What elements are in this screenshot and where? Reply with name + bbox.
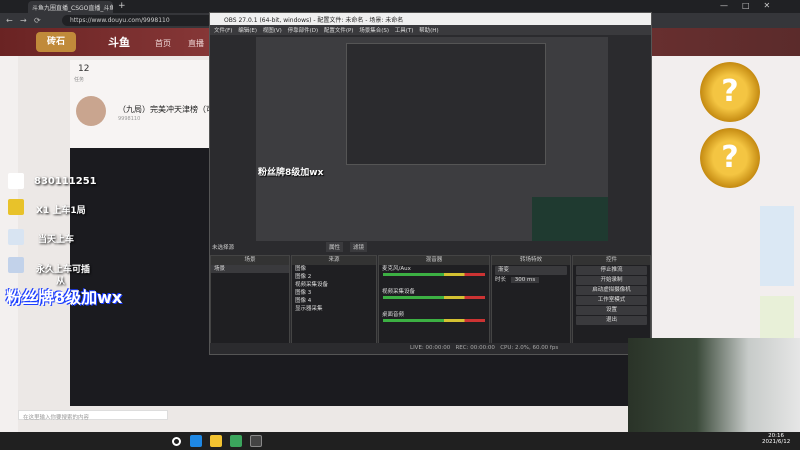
obs-status-bar: LIVE: 00:00:00 REC: 00:00:00 CPU: 2.0%, … <box>210 343 651 354</box>
start-recording-button[interactable]: 开始录制 <box>576 276 647 285</box>
nav-live[interactable]: 直播 <box>188 38 204 49</box>
forward-icon[interactable]: → <box>20 16 27 25</box>
menu-docks[interactable]: 停靠部件(D) <box>288 25 319 34</box>
menu-edit[interactable]: 编辑(E) <box>238 25 257 34</box>
menu-scene-collection[interactable]: 场景集合(S) <box>359 25 389 34</box>
overlay-fanclub: 粉丝牌8级加wx <box>6 288 123 307</box>
obs-preview[interactable]: 粉丝牌8级加wx <box>256 37 608 241</box>
site-badge: 砖石 <box>36 32 76 52</box>
exit-button[interactable]: 退出 <box>576 316 647 325</box>
source-item[interactable]: 视频采集设备 <box>292 281 376 289</box>
scenes-header: 场景 <box>211 256 289 265</box>
sources-dock: 来源 图像 图像 2 视频采集设备 图像 3 图像 4 显示器采集 <box>291 255 377 351</box>
sources-header: 来源 <box>292 256 376 265</box>
folder-icon[interactable] <box>210 435 222 447</box>
menu-profile[interactable]: 配置文件(P) <box>324 25 354 34</box>
transitions-header: 转场特效 <box>492 256 570 265</box>
controls-dock: 控件 停止推流 开始录制 启动虚拟摄像机 工作室模式 设置 退出 <box>572 255 651 351</box>
task-label[interactable]: 任务 <box>74 76 84 83</box>
transition-select[interactable]: 渐变 <box>495 266 567 275</box>
new-tab-button[interactable]: + <box>118 1 126 11</box>
properties-button[interactable]: 属性 <box>326 242 344 252</box>
refresh-icon[interactable]: ⟳ <box>34 16 41 25</box>
obs-source-bar: 未选择源 属性 滤镜 <box>210 241 651 253</box>
scenes-dock: 场景 场景 <box>210 255 290 351</box>
filters-button[interactable]: 滤镜 <box>350 242 368 252</box>
site-left-sidebar <box>0 56 18 436</box>
room-id: 9998110 <box>118 116 141 122</box>
windows-taskbar: 20:16 2021/6/12 <box>0 432 800 450</box>
task-count: 12 <box>78 64 90 74</box>
webcam-feed <box>628 338 800 432</box>
duration-label: 时长 <box>495 277 507 283</box>
obs-icon[interactable] <box>250 435 262 447</box>
side-ad[interactable] <box>760 206 794 286</box>
overlay-rule2: 当天上车 <box>38 235 75 245</box>
search-input[interactable]: 在这里输入你要搜索的内容 <box>18 410 168 421</box>
source-item[interactable]: 图像 2 <box>292 273 376 281</box>
menu-help[interactable]: 帮助(H) <box>419 25 438 34</box>
obs-menu-bar: 文件(F) 编辑(E) 视图(V) 停靠部件(D) 配置文件(P) 场景集合(S… <box>210 25 651 35</box>
menu-view[interactable]: 视图(V) <box>263 25 282 34</box>
edge-icon[interactable] <box>190 435 202 447</box>
duration-row: 时长 300 ms <box>492 276 570 284</box>
site-logo[interactable]: 斗鱼 <box>108 34 130 50</box>
preview-fanclub-text: 粉丝牌8级加wx <box>258 168 324 178</box>
room-title: （九局）完美冲天津榜（可上 <box>118 105 222 114</box>
rocket-icon <box>8 257 24 273</box>
search-icon[interactable] <box>172 437 181 446</box>
obs-window: OBS 27.0.1 (64-bit, windows) - 配置文件: 未命名… <box>209 12 652 355</box>
clock[interactable]: 20:16 2021/6/12 <box>762 433 790 445</box>
controls-header: 控件 <box>573 256 650 265</box>
status-live: LIVE: 00:00:00 <box>410 345 451 351</box>
scene-item[interactable]: 场景 <box>211 265 289 273</box>
duration-input[interactable]: 300 ms <box>510 277 540 283</box>
question-badge-icon: ? <box>700 62 760 122</box>
source-item[interactable]: 图像 <box>292 265 376 273</box>
studio-mode-button[interactable]: 工作室模式 <box>576 296 647 305</box>
nested-preview <box>346 43 546 165</box>
overlay-qq: 830111251 <box>34 176 97 187</box>
source-item[interactable]: 显示器采集 <box>292 305 376 313</box>
menu-file[interactable]: 文件(F) <box>214 25 232 34</box>
pencil-icon <box>8 199 24 215</box>
source-item[interactable]: 图像 4 <box>292 297 376 305</box>
back-icon[interactable]: ← <box>6 16 13 25</box>
mixer-dock: 混音器 麦克风/Aux 视频采集设备 桌面音频 <box>378 255 490 351</box>
stop-streaming-button[interactable]: 停止推流 <box>576 266 647 275</box>
clock-date: 2021/6/12 <box>762 439 791 445</box>
qq-icon <box>8 173 24 189</box>
status-cpu: CPU: 2.0%, 60.00 fps <box>500 345 559 351</box>
browser-tab[interactable]: 斗鱼九圈直播_CSGO直播_斗鱼 <box>28 1 113 13</box>
menu-tools[interactable]: 工具(T) <box>395 25 414 34</box>
virtual-camera-button[interactable]: 启动虚拟摄像机 <box>576 286 647 295</box>
obs-title-bar: OBS 27.0.1 (64-bit, windows) - 配置文件: 未命名… <box>210 13 651 25</box>
streamer-avatar[interactable] <box>76 96 106 126</box>
mixer-channel-name: 麦克风/Aux <box>382 266 411 272</box>
settings-button[interactable]: 设置 <box>576 306 647 315</box>
status-rec: REC: 00:00:00 <box>455 345 495 351</box>
window-controls[interactable]: —□✕ <box>720 1 784 10</box>
car-icon <box>8 229 24 245</box>
transitions-dock: 转场特效 渐变 时长 300 ms <box>491 255 571 351</box>
mixer-channel-name: 桌面音频 <box>382 312 405 318</box>
store-icon[interactable] <box>230 435 242 447</box>
question-badge-icon: ? <box>700 128 760 188</box>
no-source-label: 未选择源 <box>212 245 235 251</box>
mixer-channel-name: 视频采集设备 <box>382 289 416 295</box>
preview-webcam <box>532 197 608 241</box>
source-item[interactable]: 图像 3 <box>292 289 376 297</box>
overlay-rule1: X1 上车1局 <box>36 206 86 216</box>
nav-home[interactable]: 首页 <box>155 38 171 49</box>
mixer-header: 混音器 <box>379 256 489 265</box>
mixer-meter <box>383 319 485 322</box>
